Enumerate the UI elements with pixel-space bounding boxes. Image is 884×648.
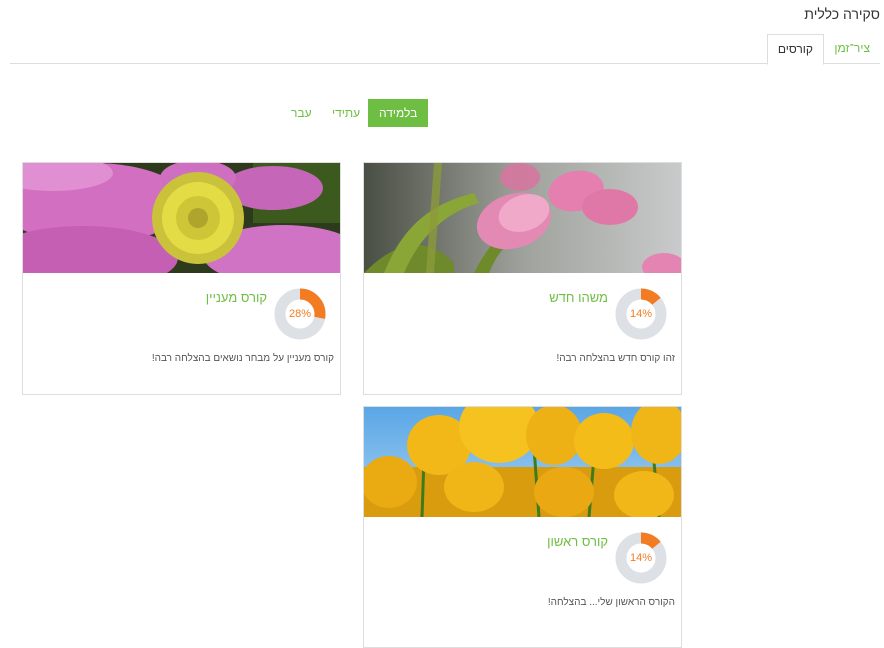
course-description: הקורס הראשון שלי... בהצלחה! xyxy=(547,597,675,608)
progress-percent: 14% xyxy=(629,552,653,564)
filter-future[interactable]: עתידי xyxy=(321,99,371,127)
yellow-tulips-image xyxy=(364,407,681,517)
progress-chart: 14% xyxy=(615,532,667,584)
page-title: סקירה כללית xyxy=(804,6,880,22)
course-image[interactable] xyxy=(23,163,340,273)
progress-percent: 14% xyxy=(629,308,653,320)
pink-tulips-image xyxy=(364,163,681,273)
pink-cosmos-flower-image xyxy=(23,163,340,273)
course-name[interactable]: קורס מעניין xyxy=(206,290,267,305)
tab-timeline[interactable]: ציר־זמן xyxy=(824,34,880,62)
course-description: קורס מעניין על מבחר נושאים בהצלחה רבה! xyxy=(151,353,334,364)
course-name[interactable]: משהו חדש xyxy=(549,290,608,305)
course-card[interactable]: קורס ראשון 14% הקורס הראשון שלי... בהצלח… xyxy=(363,406,682,648)
tab-courses[interactable]: קורסים xyxy=(766,34,824,65)
progress-percent: 28% xyxy=(288,308,312,320)
tab-bar: ציר־זמן קורסים xyxy=(10,34,880,65)
course-name[interactable]: קורס ראשון xyxy=(547,534,608,549)
course-image[interactable] xyxy=(364,163,681,273)
progress-chart: 28% xyxy=(274,288,326,340)
filter-past[interactable]: עבר xyxy=(280,99,323,127)
course-card[interactable]: קורס מעניין 28% קורס מעניין על מבחר נושא… xyxy=(22,162,341,395)
progress-chart: 14% xyxy=(615,288,667,340)
course-card[interactable]: משהו חדש 14% זהו קורס חדש בהצלחה רבה! xyxy=(363,162,682,395)
filter-in-progress[interactable]: בלמידה xyxy=(368,99,429,127)
course-image[interactable] xyxy=(364,407,681,517)
course-description: זהו קורס חדש בהצלחה רבה! xyxy=(556,353,675,364)
